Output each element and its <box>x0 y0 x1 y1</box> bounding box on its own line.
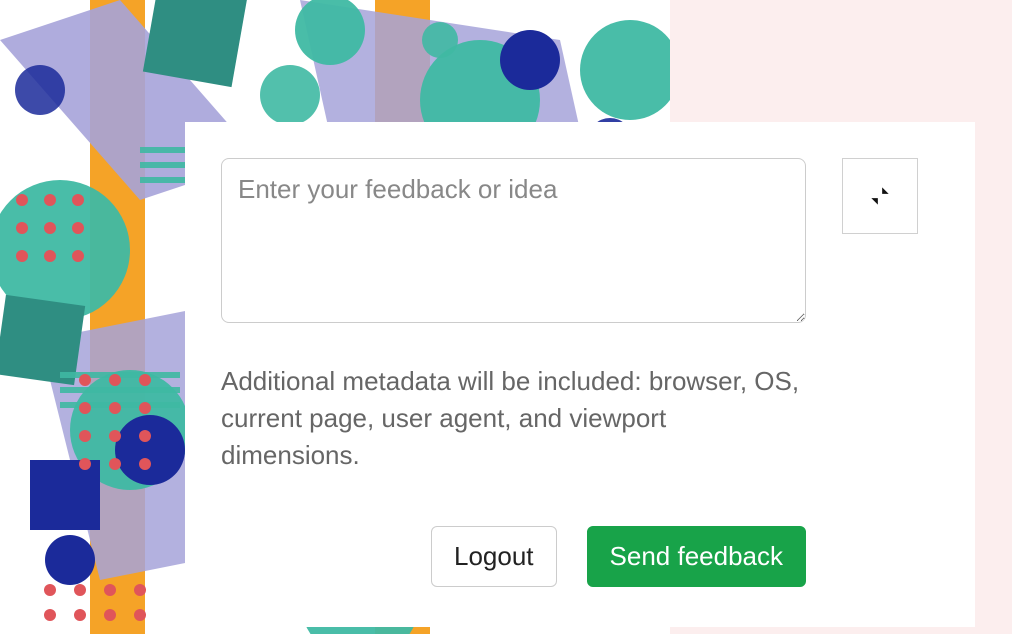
send-feedback-button[interactable]: Send feedback <box>587 526 806 587</box>
dialog-top-row <box>221 158 939 323</box>
collapse-icon <box>867 183 893 209</box>
feedback-textarea[interactable] <box>221 158 806 323</box>
collapse-button[interactable] <box>842 158 918 234</box>
dialog-actions: Logout Send feedback <box>221 526 806 587</box>
metadata-notice: Additional metadata will be included: br… <box>221 363 806 474</box>
logout-button[interactable]: Logout <box>431 526 557 587</box>
feedback-dialog: Additional metadata will be included: br… <box>185 122 975 627</box>
